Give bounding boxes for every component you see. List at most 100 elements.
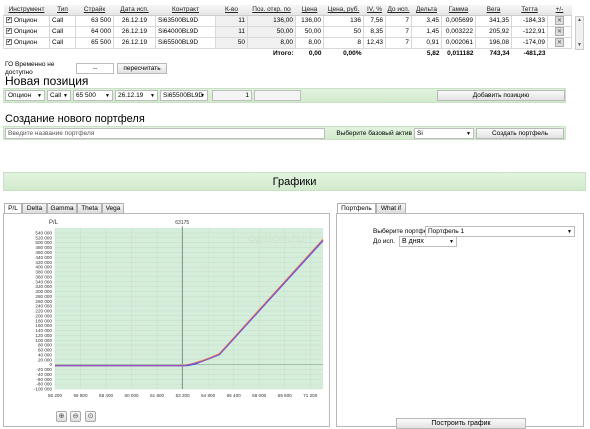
row-checkbox[interactable]: ✔: [6, 39, 12, 46]
open-price-input[interactable]: 8,00: [247, 36, 296, 49]
add-position-button[interactable]: Добавить позицию: [437, 90, 565, 101]
contract-cell: Si64000BL9D: [155, 25, 216, 38]
qty-input[interactable]: 50: [215, 36, 248, 49]
vega-cell: 196,08: [475, 36, 512, 49]
days-cell: 7: [385, 14, 412, 27]
col-header-theta[interactable]: Тетта: [511, 5, 548, 16]
col-header-iv[interactable]: IV, %: [363, 5, 386, 16]
table-scrollbar[interactable]: ▲ ▼: [575, 16, 584, 50]
col-header-price-rub[interactable]: Цена, руб.: [323, 5, 364, 16]
x-tick-label: 61 600: [150, 393, 164, 398]
y-axis-label: P/L: [49, 220, 59, 226]
col-header-qty[interactable]: К-во: [215, 5, 248, 16]
charts-banner: Графики: [3, 172, 586, 191]
y-tick-label: -40 000: [36, 372, 52, 377]
base-asset-select[interactable]: Si: [414, 128, 474, 139]
type-cell: Call: [49, 25, 76, 38]
qty-input[interactable]: 11: [215, 25, 248, 38]
pl-chart[interactable]: -100 000-80 000-60 000-40 000-20 000020 …: [3, 213, 330, 411]
zoom-reset-icon[interactable]: ⊙: [85, 411, 96, 422]
theta-cell: -122,91: [511, 25, 548, 38]
y-tick-label: 180 000: [35, 318, 52, 323]
col-header-strike[interactable]: Страйк: [75, 5, 114, 16]
y-tick-label: 500 000: [35, 240, 52, 245]
x-tick-label: 58 400: [99, 393, 113, 398]
remove-row-icon[interactable]: ✕: [555, 16, 564, 25]
y-tick-label: 300 000: [35, 289, 52, 294]
price-rub-cell: 50: [323, 25, 364, 38]
y-tick-label: 520 000: [35, 235, 52, 240]
row-checkbox[interactable]: ✔: [6, 17, 12, 24]
table-row: ✔ Опцион Call 65 500 26.12.19 Si65500BL9D…: [3, 36, 572, 49]
delta-cell: 1,45: [411, 25, 442, 38]
y-tick-label: 260 000: [35, 299, 52, 304]
open-price-input[interactable]: 50,00: [247, 25, 296, 38]
contract-cell: Si65500BL9D: [155, 36, 216, 49]
y-axis-ticks: -100 000-80 000-60 000-40 000-20 000020 …: [34, 230, 53, 391]
build-chart-button[interactable]: Построить график: [396, 418, 526, 429]
theta-cell: -184,33: [511, 14, 548, 27]
col-header-price[interactable]: Цена: [295, 5, 324, 16]
type-cell: Call: [49, 36, 76, 49]
y-tick-label: 40 000: [38, 352, 52, 357]
recalc-button[interactable]: пересчитать: [117, 63, 167, 74]
instrument-cell[interactable]: ✔ Опцион: [3, 36, 50, 49]
remove-row-icon[interactable]: ✕: [555, 27, 564, 36]
totals-vega: 743,34: [489, 50, 510, 58]
date-cell: 26.12.19: [113, 14, 156, 27]
y-tick-label: 120 000: [35, 333, 52, 338]
col-header-days[interactable]: До исп.: [385, 5, 412, 16]
row-checkbox[interactable]: ✔: [6, 28, 12, 35]
instrument-value: Опцион: [14, 28, 38, 35]
zoom-out-icon[interactable]: ⊖: [70, 411, 81, 422]
remove-row-icon[interactable]: ✕: [555, 38, 564, 47]
open-price-input[interactable]: 136,00: [247, 14, 296, 27]
instrument-select[interactable]: Опцион: [5, 90, 45, 101]
gamma-cell: 0,005699: [441, 14, 476, 27]
y-tick-label: 540 000: [35, 230, 52, 235]
instrument-cell[interactable]: ✔ Опцион: [3, 25, 50, 38]
watermark-text: option.ru: [248, 230, 304, 245]
delta-cell: 0,91: [411, 36, 442, 49]
iv-cell: 12,43: [363, 36, 386, 49]
scroll-down-icon[interactable]: ▼: [576, 42, 583, 49]
charts-title: Графики: [272, 176, 317, 188]
current-price-label: 63175: [175, 220, 189, 226]
col-header-date[interactable]: Дата исп.: [113, 5, 156, 16]
contract-select[interactable]: Si65500BL9D: [160, 90, 208, 101]
y-tick-label: 440 000: [35, 255, 52, 260]
zoom-in-icon[interactable]: ⊕: [56, 411, 67, 422]
side-panel: [336, 213, 584, 427]
open-price-input[interactable]: [254, 90, 301, 101]
col-header-gamma[interactable]: Гамма: [441, 5, 476, 16]
qty-input[interactable]: 1: [212, 90, 252, 101]
y-tick-label: 240 000: [35, 304, 52, 309]
y-tick-label: 340 000: [35, 279, 52, 284]
table-row: ✔ Опцион Call 64 000 26.12.19 Si64000BL9D…: [3, 25, 572, 38]
col-header-vega[interactable]: Вега: [475, 5, 512, 16]
date-select[interactable]: 26.12.19: [115, 90, 158, 101]
col-header-open[interactable]: Поз. откр. по: [247, 5, 296, 16]
col-header-delta[interactable]: Дельта: [411, 5, 442, 16]
col-header-instrument[interactable]: Инструмент: [3, 5, 50, 16]
col-header-type[interactable]: Тип: [49, 5, 76, 16]
days-select[interactable]: В днях: [399, 236, 457, 247]
positions-table: Инструмент Тип Страйк Дата исп. Контракт…: [3, 5, 572, 59]
qty-input[interactable]: 11: [215, 14, 248, 27]
y-tick-label: 400 000: [35, 265, 52, 270]
theta-cell: -174,09: [511, 36, 548, 49]
col-header-contract[interactable]: Контракт: [155, 5, 216, 16]
scroll-up-icon[interactable]: ▲: [576, 17, 583, 24]
strike-select[interactable]: 65 500: [73, 90, 113, 101]
totals-price: 0,00: [308, 50, 322, 58]
y-tick-label: 60 000: [38, 348, 52, 353]
create-portfolio-button[interactable]: Создать портфель: [476, 128, 564, 139]
y-tick-label: -100 000: [34, 387, 53, 392]
instrument-cell[interactable]: ✔ Опцион: [3, 14, 50, 27]
price-cell: 8,00: [295, 36, 324, 49]
type-select[interactable]: Call: [47, 90, 71, 101]
y-tick-label: 380 000: [35, 270, 52, 275]
days-select-label: До исп.: [373, 238, 396, 245]
col-header-add-remove: +/-: [547, 5, 572, 16]
portfolio-name-input[interactable]: Введите название портфеля: [5, 128, 325, 139]
